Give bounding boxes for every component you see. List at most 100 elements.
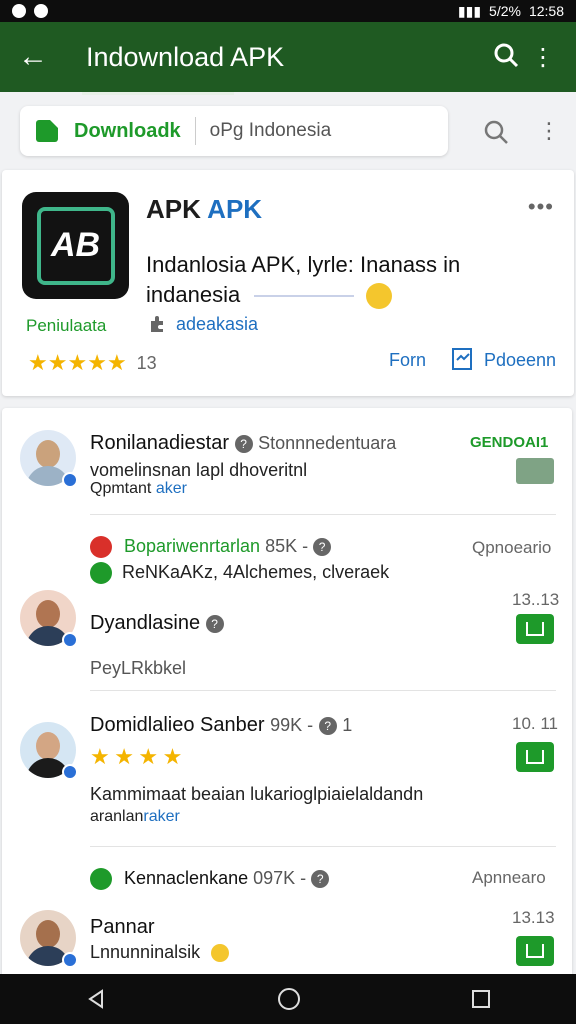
reviewer-meta-count: 1: [342, 715, 353, 735]
help-icon: ?: [311, 870, 330, 889]
review-badge: GENDOAI1: [470, 434, 549, 451]
star-icon: ★: [138, 744, 159, 769]
app-description: Indanlosia APK, lyrle: Inanass in indane…: [146, 250, 526, 310]
developer-link[interactable]: adeakasia: [176, 314, 258, 335]
app-rating: ★ ★ ★ ★ ★ 13: [28, 350, 157, 376]
review-rating: ★ ★ ★ ★: [90, 744, 182, 770]
app-bar-title-text: Indownload APK: [86, 41, 285, 72]
search-bar[interactable]: Downloadk oPg Indonesia: [20, 106, 448, 156]
rating-count: 13: [136, 352, 157, 373]
help-icon: ?: [318, 716, 337, 735]
review-text-2-main: aranlan: [90, 808, 144, 825]
nav-home-icon[interactable]: [276, 986, 302, 1012]
avatar-head: [36, 920, 60, 948]
review-item[interactable]: Ronilanadiestar ? Stonnnedentuara GENDOA…: [2, 408, 572, 514]
search-query[interactable]: oPg Indonesia: [210, 120, 332, 142]
sub-reviewer-name: Bopariwenrtarlan 85K - ?: [124, 536, 332, 557]
review-action-button[interactable]: [516, 458, 554, 484]
document-icon: [452, 348, 472, 370]
reviews-list: Ronilanadiestar ? Stonnnedentuara GENDOA…: [2, 408, 572, 978]
star-icon: ★: [106, 350, 127, 375]
review-link[interactable]: aker: [156, 480, 187, 497]
reviewer-name-text: Domidlalieo Sanber: [90, 714, 265, 736]
search-separator: [194, 117, 196, 145]
document-link[interactable]: Pdoeenn: [484, 350, 556, 371]
title-underline: [82, 91, 234, 95]
check-icon: [90, 868, 112, 890]
star-icon: ★: [67, 350, 88, 375]
app-bar: ← Indownload APK ⋮: [0, 22, 576, 95]
verified-badge-icon: [62, 632, 78, 648]
search-icon[interactable]: [484, 42, 528, 73]
review-link[interactable]: raker: [143, 808, 179, 825]
review-text: PeyLRkbkel: [90, 658, 187, 678]
reviewer-meta: 99K -: [270, 715, 314, 735]
star-icon: ★: [114, 744, 134, 769]
help-icon: ?: [234, 434, 253, 453]
nav-back-icon[interactable]: [84, 987, 108, 1011]
star-icon: ★: [87, 350, 107, 375]
sub-reviewer-name-text: Bopariwenrtarlan: [124, 536, 261, 556]
review-text: Lnnunninalsik: [90, 942, 230, 963]
check-icon: [90, 562, 112, 584]
reviewer-name-text: Ronilanadiestar: [90, 432, 229, 454]
sub-review-side: Qpnoeario: [472, 538, 552, 557]
nav-recents-icon[interactable]: [470, 988, 492, 1010]
description-decor-line: [254, 295, 355, 298]
button-glyph: [526, 944, 544, 958]
review-action-button[interactable]: [516, 936, 554, 966]
reviewer-name: Dyandlasine ?: [90, 612, 224, 635]
app-bar-title: Indownload APK: [82, 41, 484, 95]
status-bar: ▮▮▮ 5/2% 12:58: [0, 0, 576, 22]
review-text-2: Qpmtant aker: [90, 480, 187, 498]
back-arrow-icon[interactable]: ←: [18, 40, 62, 74]
review-action-button[interactable]: [516, 614, 554, 644]
review-text-2-main: Qpmtant: [90, 480, 152, 497]
review-item[interactable]: Bopariwenrtarlan 85K - ? Qpnoeario ReNKa…: [2, 514, 572, 690]
search-more-icon[interactable]: ⋮: [538, 116, 560, 146]
search-icon[interactable]: [482, 118, 510, 146]
verified-badge-icon: [62, 764, 78, 780]
app-name-part: APK: [146, 194, 201, 224]
star-icon: ★: [47, 350, 68, 375]
reviewer-name: Domidlalieo Sanber 99K - ? 1: [90, 714, 352, 737]
sub-reviewer-meta: 85K -: [265, 536, 309, 556]
review-action-button[interactable]: [516, 742, 554, 772]
status-left: [12, 4, 48, 18]
avatar-head: [36, 600, 60, 628]
button-glyph: [526, 750, 544, 764]
download-label: Downloadk: [74, 119, 181, 142]
overflow-menu-icon[interactable]: ⋮: [528, 43, 558, 72]
reviewer-name: Pannar: [90, 916, 155, 938]
star-icon: ★: [90, 744, 110, 769]
app-name-accent: APK: [207, 194, 263, 224]
review-text-main: Lnnunninalsik: [90, 942, 201, 962]
notification-icon: [12, 4, 26, 18]
review-side-value: 10. 11: [512, 714, 559, 733]
system-nav-bar: [0, 974, 576, 1024]
clock: 12:58: [528, 3, 564, 19]
developer-label: Peniulaata: [26, 316, 107, 335]
review-text: vomelinsnan lapl dhoveritnl: [90, 460, 308, 480]
review-item[interactable]: Kennaclenkane 097K - ? Apnnearo Pannar 1…: [2, 846, 572, 978]
app-logo: AB: [22, 192, 129, 299]
app-description-line-2: indanesia: [146, 282, 241, 307]
review-side-value: 13.13: [512, 908, 555, 927]
card-more-icon[interactable]: •••: [528, 194, 554, 220]
emoji-icon: [366, 283, 393, 310]
form-link[interactable]: Forn: [389, 350, 426, 371]
emoji-icon: [211, 944, 230, 963]
puzzle-icon: [151, 316, 163, 332]
message-icon: [34, 4, 48, 18]
review-text-2: aranlanraker: [90, 808, 180, 826]
sub-reviewer-name-text: Kennaclenkane: [124, 868, 249, 888]
review-text: Kammimaat beaian lukarioglpiaielaldandn: [90, 784, 424, 804]
sub-review-side: Apnnearo: [472, 868, 546, 887]
signal-icon: ▮▮▮: [457, 2, 482, 19]
star-icon: ★: [28, 350, 48, 375]
app-name: APK APK: [146, 194, 262, 225]
sub-reviewer-name: Kennaclenkane 097K - ?: [124, 868, 330, 889]
app-card[interactable]: AB APK APK ••• Indanlosia APK, lyrle: In…: [2, 170, 574, 396]
review-item[interactable]: Domidlalieo Sanber 99K - ? 1 10. 11 ★ ★ …: [2, 690, 572, 846]
verified-badge-icon: [62, 952, 78, 968]
